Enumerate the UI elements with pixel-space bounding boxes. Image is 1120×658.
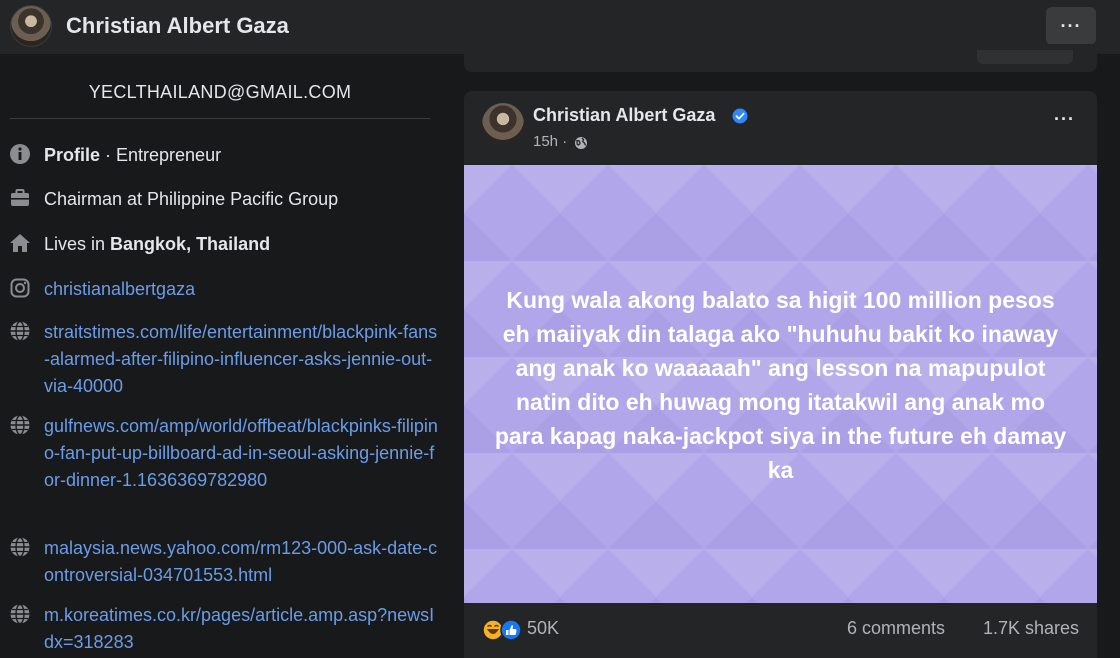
post-options-button[interactable]: ··· <box>1054 109 1075 130</box>
instagram-icon <box>8 276 32 300</box>
globe-icon <box>8 319 32 343</box>
reaction-count[interactable]: 50K <box>527 618 559 639</box>
globe-icon <box>8 535 32 559</box>
home-icon <box>8 231 32 255</box>
share-count[interactable]: 1.7K shares <box>983 618 1079 639</box>
post-author-avatar[interactable] <box>482 103 524 145</box>
post-author-name[interactable]: Christian Albert Gaza <box>533 105 715 126</box>
globe-icon <box>8 413 32 437</box>
website-link[interactable]: m.koreatimes.co.kr/pages/article.amp.asp… <box>44 602 440 656</box>
intro-divider <box>10 118 430 119</box>
verified-badge-icon <box>732 108 748 124</box>
post-card: Christian Albert Gaza 15h · ··· Kung wal… <box>464 91 1097 658</box>
more-options-button[interactable]: ··· <box>1046 7 1096 45</box>
lives-location[interactable]: Bangkok, Thailand <box>110 234 270 254</box>
status-background: Kung wala akong balato sa higit 100 mill… <box>464 165 1097 603</box>
profile-category: · Entrepreneur <box>100 145 222 165</box>
profile-avatar[interactable] <box>10 5 52 47</box>
post-status-text: Kung wala akong balato sa higit 100 mill… <box>494 287 1067 483</box>
website-link[interactable]: straitstimes.com/life/entertainment/blac… <box>44 319 440 400</box>
feed-column: Christian Albert Gaza 15h · ··· Kung wal… <box>448 44 1120 658</box>
work-text: Chairman at Philippine Pacific Group <box>44 189 339 209</box>
intro-email: YECLTHAILAND@GMAIL.COM <box>88 82 352 102</box>
public-audience-icon <box>575 137 587 149</box>
instagram-link[interactable]: christianalbertgaza <box>44 276 440 303</box>
previous-post-button[interactable] <box>977 50 1073 64</box>
post-stats-bar: 50K 6 comments 1.7K shares <box>464 603 1097 658</box>
profile-label: Profile <box>44 145 101 165</box>
globe-icon <box>8 602 32 626</box>
post-timestamp[interactable]: 15h · <box>533 133 567 150</box>
intro-panel: YECLTHAILAND@GMAIL.COM Profile · Entrepr… <box>0 54 448 658</box>
info-icon <box>8 142 32 166</box>
lives-prefix: Lives in <box>44 234 111 254</box>
briefcase-icon <box>8 186 32 210</box>
website-link[interactable]: malaysia.news.yahoo.com/rm123-000-ask-da… <box>44 535 440 589</box>
previous-post-card <box>464 44 1097 72</box>
profile-name[interactable]: Christian Albert Gaza <box>66 13 289 39</box>
comment-count[interactable]: 6 comments <box>847 618 945 639</box>
website-link[interactable]: gulfnews.com/amp/world/offbeat/blackpink… <box>44 413 440 494</box>
reactions-icon[interactable] <box>482 619 524 641</box>
